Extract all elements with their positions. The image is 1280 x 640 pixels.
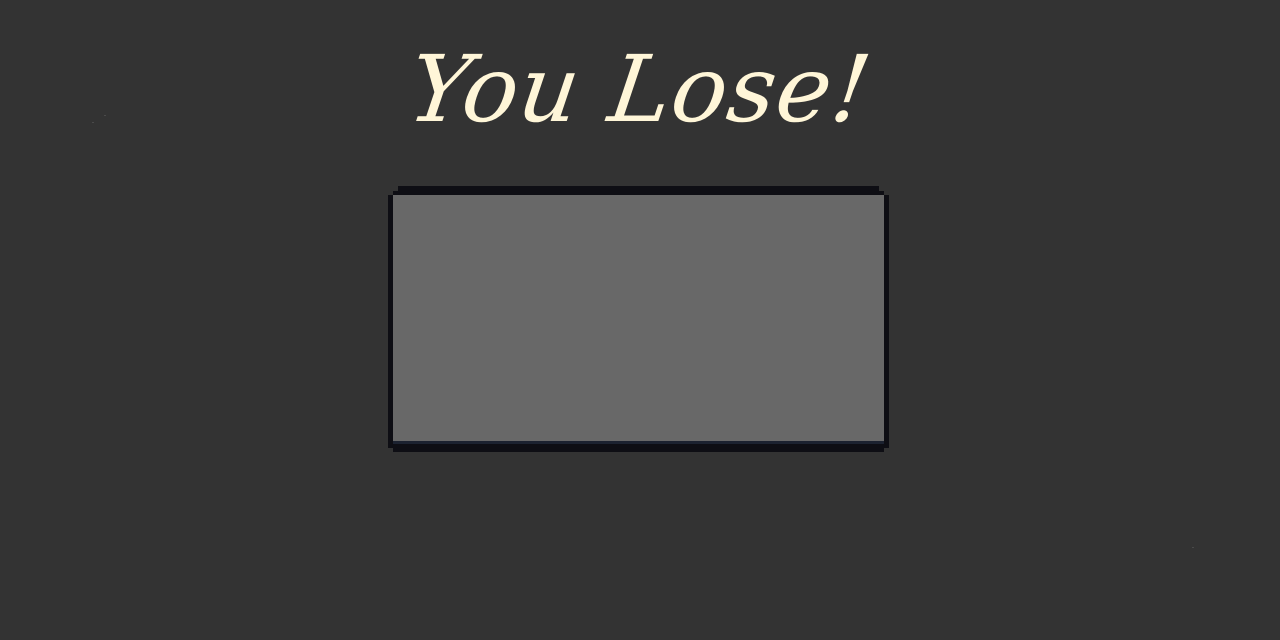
- panel-bottom-shade: [393, 441, 884, 444]
- background-speck: [1192, 547, 1194, 548]
- panel-body: [393, 195, 884, 444]
- game-over-screen: You Lose!: [0, 0, 1280, 640]
- background-speck: [92, 122, 94, 123]
- game-over-title: You Lose!: [402, 36, 878, 143]
- panel-border-bottom: [393, 444, 884, 452]
- result-panel: [388, 186, 889, 452]
- background-speck: [104, 115, 106, 116]
